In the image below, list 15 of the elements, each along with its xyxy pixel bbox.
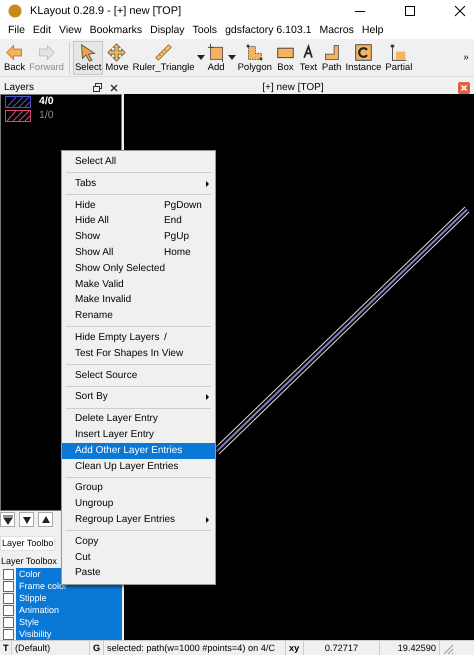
shortcut-text: Home xyxy=(164,246,192,260)
shortcut-text: PgDown xyxy=(164,198,203,213)
shortcut-text: End xyxy=(164,214,183,228)
coordinate-x: 0.72717 xyxy=(304,641,380,655)
coordinate-y: 19.42590 xyxy=(380,641,440,655)
window-title: KLayout 0.28.9 - [+] new [TOP] xyxy=(30,4,182,19)
status-key: xy xyxy=(286,641,304,655)
panel-title: Layer Toolbox xyxy=(0,555,58,568)
status-text: (Default) xyxy=(12,641,90,655)
status-key: T xyxy=(0,641,12,655)
panel-title: Layers xyxy=(4,81,36,94)
shortcut-text: / xyxy=(164,330,168,345)
shortcut-text: PgUp xyxy=(164,230,190,244)
status-key: G xyxy=(90,641,104,655)
status-message: selected: path(w=1000 #points=4) on 4/C xyxy=(104,641,286,655)
